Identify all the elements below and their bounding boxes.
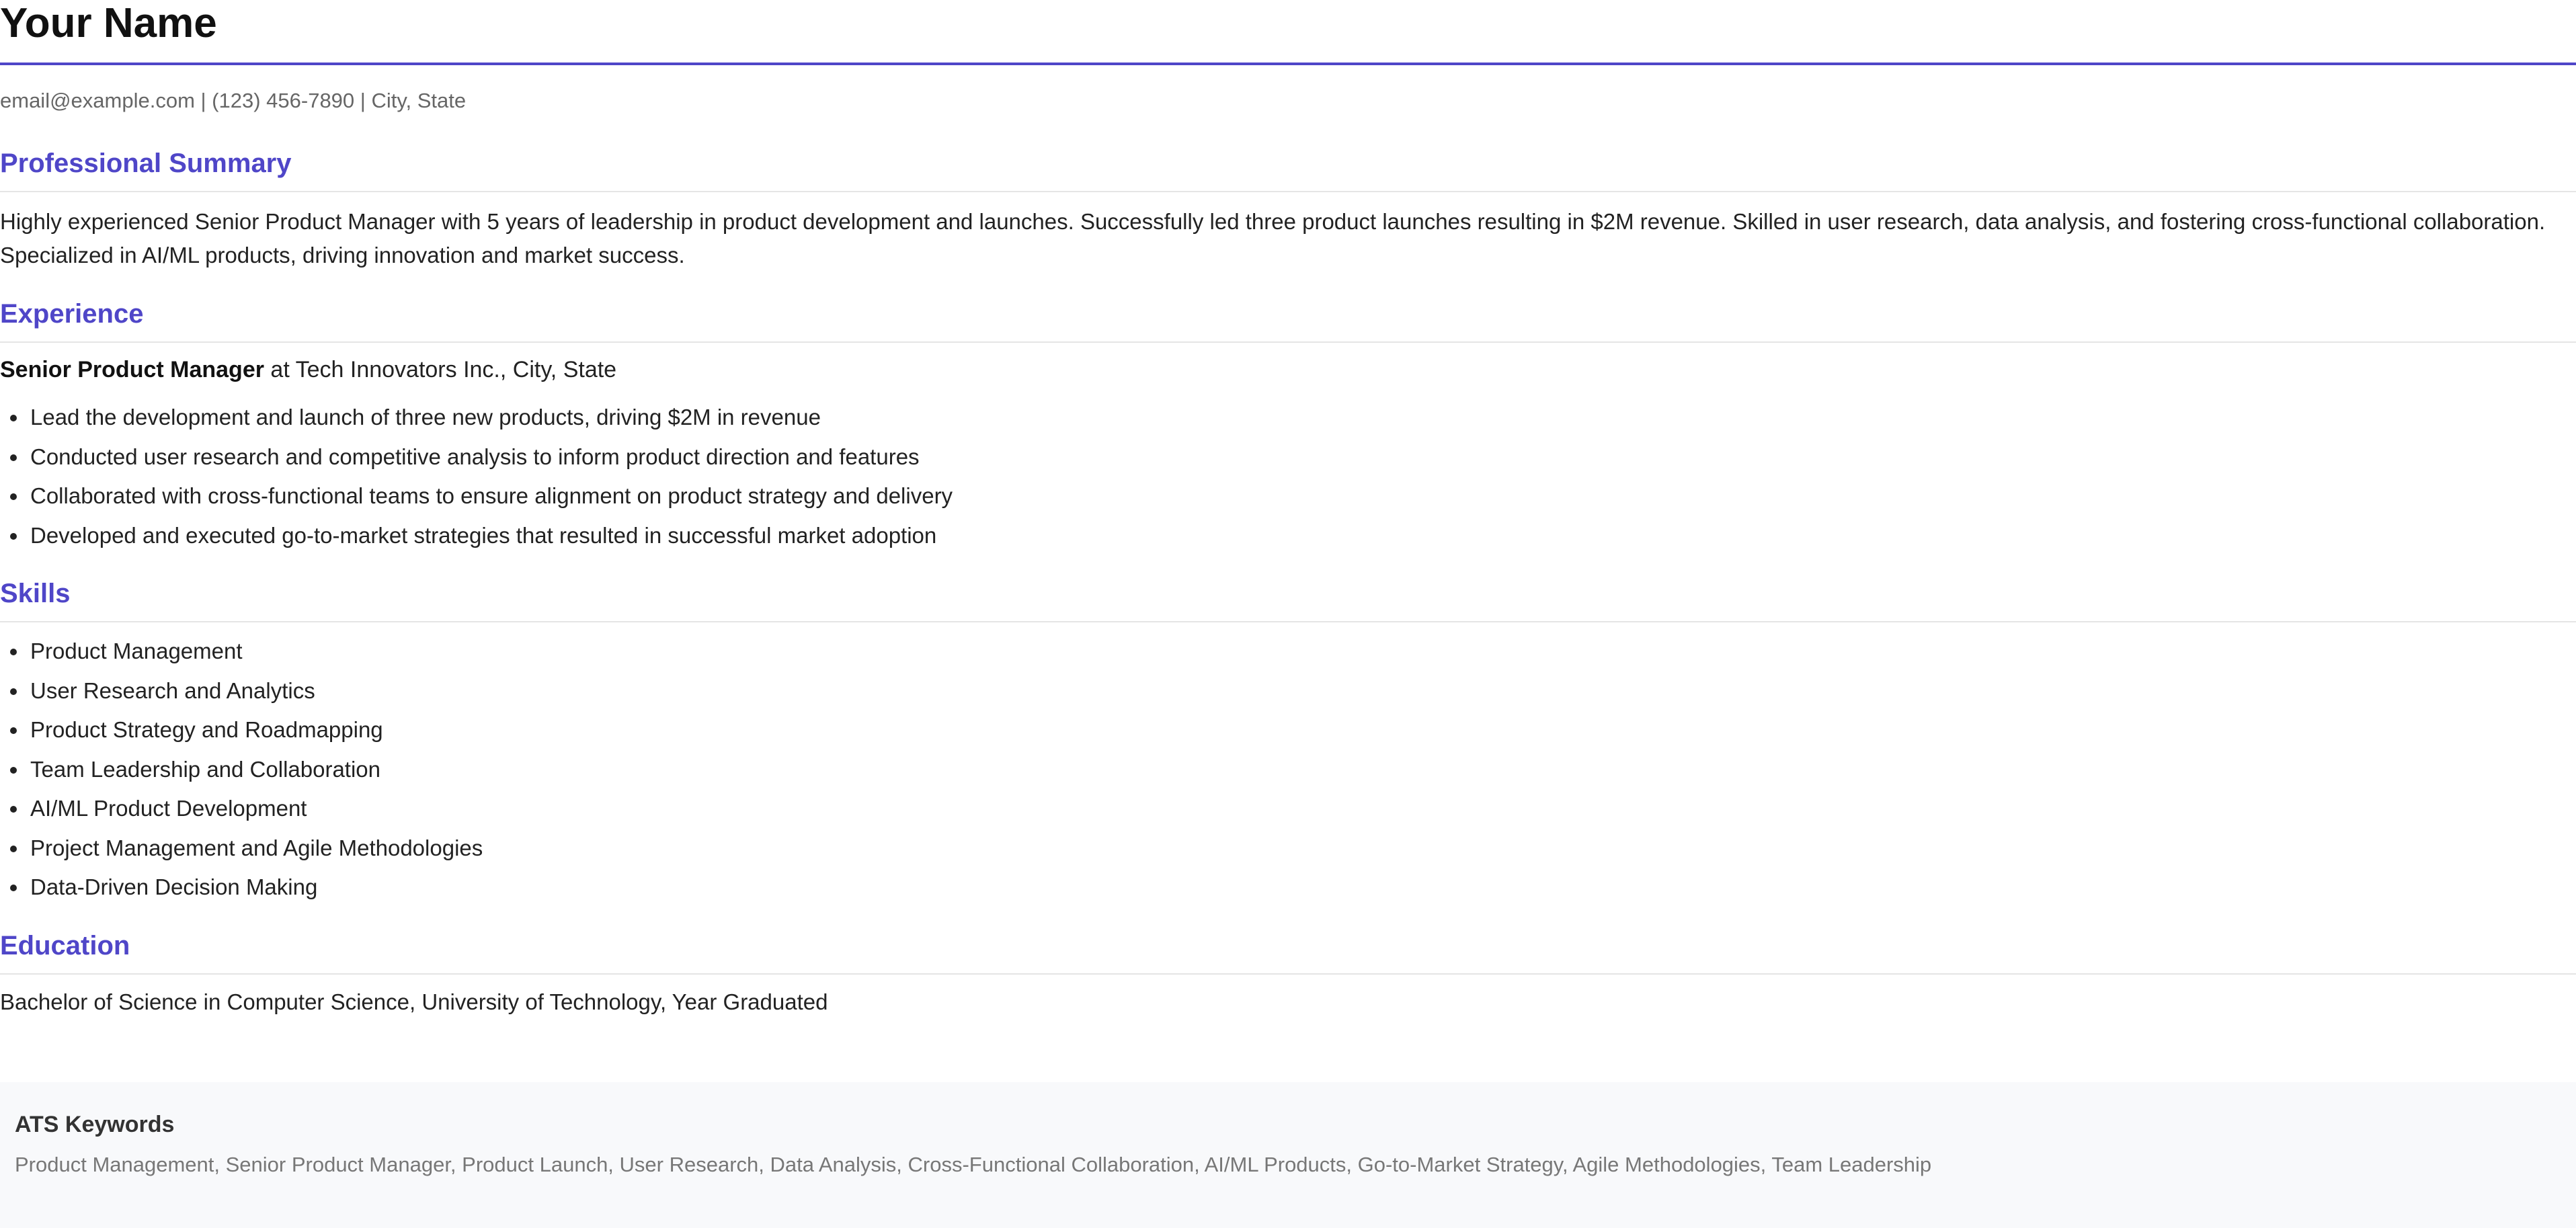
bullet-icon [10,532,17,540]
bullet-icon [10,415,17,421]
skill-text: Product Strategy and Roadmapping [30,717,383,742]
list-item: Conducted user research and competitive … [0,438,953,477]
experience-bullet-text: Lead the development and launch of three… [30,405,821,429]
bullet-icon [10,454,17,461]
job-company: at Tech Innovators Inc., City, State [264,357,617,382]
skill-text: Data-Driven Decision Making [30,874,318,899]
skill-text: Team Leadership and Collaboration [30,756,381,782]
skills-list: Product Management User Research and Ana… [0,632,483,907]
education-text: Bachelor of Science in Computer Science,… [0,989,828,1014]
experience-bullet-text: Collaborated with cross-functional teams… [30,483,953,508]
ats-keywords-panel: ATS Keywords Product Management, Senior … [0,1082,2576,1228]
bullet-icon [10,766,17,774]
list-item: Team Leadership and Collaboration [0,750,483,790]
job-title: Senior Product Manager [0,357,264,382]
experience-bullets: Lead the development and launch of three… [0,398,953,555]
list-item: Collaborated with cross-functional teams… [0,477,953,516]
bullet-icon [10,845,17,852]
skill-text: Project Management and Agile Methodologi… [30,835,483,860]
list-item: Developed and executed go-to-market stra… [0,516,953,556]
experience-bullet-text: Conducted user research and competitive … [30,444,920,469]
ats-keywords-text: Product Management, Senior Product Manag… [15,1153,1932,1176]
list-item: Product Strategy and Roadmapping [0,710,483,750]
job-line: Senior Product Manager at Tech Innovator… [0,357,616,383]
list-item: AI/ML Product Development [0,789,483,829]
education-heading: Education [0,931,2576,975]
list-item: Project Management and Agile Methodologi… [0,829,483,868]
experience-heading: Experience [0,299,2576,343]
bullet-icon [10,649,17,655]
bullet-icon [10,688,17,695]
list-item: Product Management [0,632,483,671]
contact-info: email@example.com | (123) 456-7890 | Cit… [0,89,467,112]
list-item: Data-Driven Decision Making [0,868,483,907]
bullet-icon [10,885,17,891]
resume-name: Your Name [0,0,2576,65]
bullet-icon [10,727,17,734]
skill-text: Product Management [30,639,243,663]
skill-text: User Research and Analytics [30,678,315,703]
list-item: Lead the development and launch of three… [0,398,953,438]
ats-title: ATS Keywords [15,1112,175,1137]
experience-bullet-text: Developed and executed go-to-market stra… [30,522,937,548]
skill-text: AI/ML Product Development [30,796,307,821]
skills-heading: Skills [0,579,2576,622]
summary-heading: Professional Summary [0,149,2576,192]
bullet-icon [10,806,17,813]
bullet-icon [10,493,17,500]
resume: Your Name email@example.com | (123) 456-… [0,0,2576,1228]
list-item: User Research and Analytics [0,671,483,711]
summary-text: Highly experienced Senior Product Manage… [0,209,2546,268]
